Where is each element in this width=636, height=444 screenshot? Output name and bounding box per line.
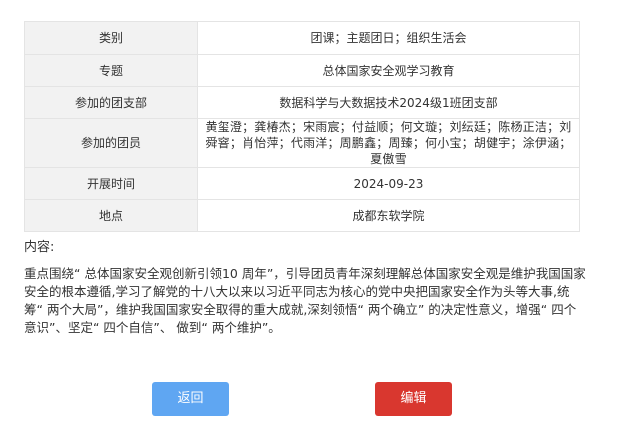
date-label: 开展时间: [24, 167, 198, 200]
members-value: 黄玺澄；龚椿杰；宋雨宸；付益顺；何文璇；刘纭廷；陈杨正洁；刘舜窨；肖怡萍；代雨洋…: [197, 118, 580, 168]
content-heading: 内容:: [24, 240, 55, 255]
row-location: 地点 成都东软学院: [24, 199, 580, 232]
content-body: 重点围绕“ 总体国家安全观创新引领10 周年”，引导团员青年深刻理解总体国家安全…: [24, 266, 586, 335]
row-members: 参加的团员 黄玺澄；龚椿杰；宋雨宸；付益顺；何文璇；刘纭廷；陈杨正洁；刘舜窨；肖…: [24, 118, 580, 168]
location-value: 成都东软学院: [197, 199, 580, 232]
back-button[interactable]: 返回: [152, 382, 229, 416]
row-topic: 专题 总体国家安全观学习教育: [24, 54, 580, 87]
row-branch: 参加的团支部 数据科学与大数据技术2024级1班团支部: [24, 86, 580, 119]
branch-label: 参加的团支部: [24, 86, 198, 119]
location-label: 地点: [24, 199, 198, 232]
activity-info-table: 类别 团课；主题团日；组织生活会 专题 总体国家安全观学习教育 参加的团支部 数…: [24, 21, 580, 232]
activity-detail-page: 类别 团课；主题团日；组织生活会 专题 总体国家安全观学习教育 参加的团支部 数…: [0, 0, 636, 444]
date-value: 2024-09-23: [197, 167, 580, 200]
edit-button[interactable]: 编辑: [375, 382, 452, 416]
topic-label: 专题: [24, 54, 198, 87]
branch-value: 数据科学与大数据技术2024级1班团支部: [197, 86, 580, 119]
members-label: 参加的团员: [24, 118, 198, 168]
category-value: 团课；主题团日；组织生活会: [197, 21, 580, 55]
category-label: 类别: [24, 21, 198, 55]
row-date: 开展时间 2024-09-23: [24, 167, 580, 200]
row-category: 类别 团课；主题团日；组织生活会: [24, 21, 580, 55]
topic-value: 总体国家安全观学习教育: [197, 54, 580, 87]
